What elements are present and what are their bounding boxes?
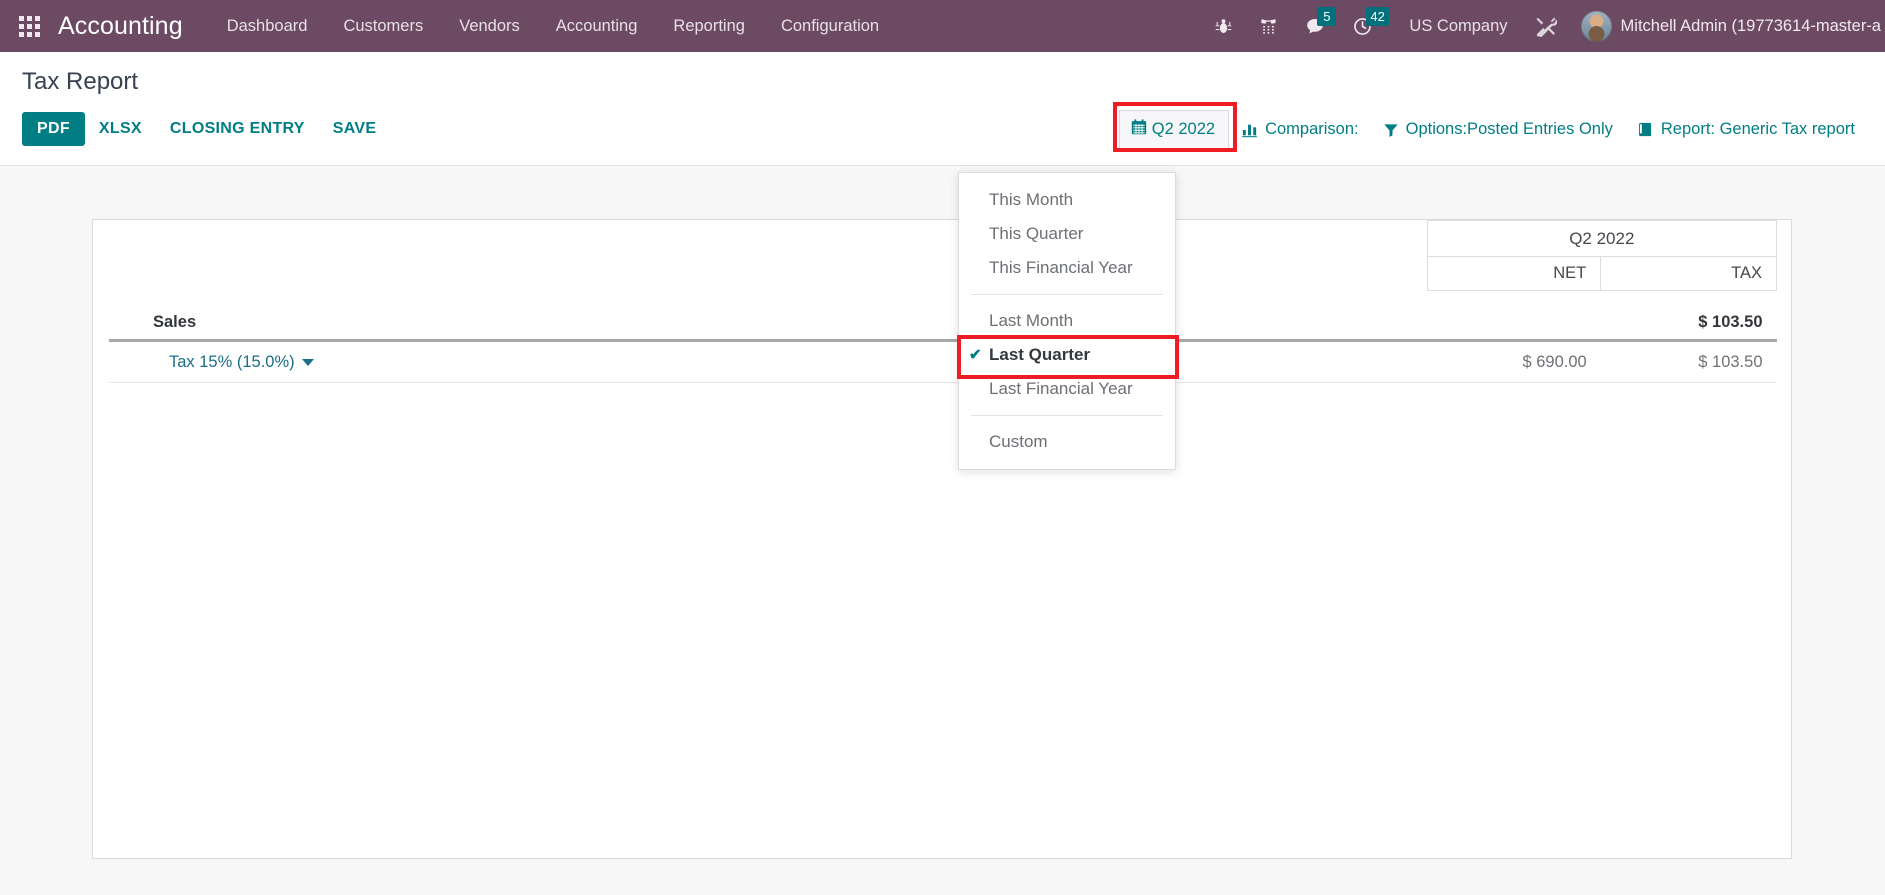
user-menu[interactable]: Mitchell Admin (19773614-master-a bbox=[1571, 0, 1885, 52]
export-xlsx-button[interactable]: XLSX bbox=[85, 112, 156, 146]
section-name: Sales bbox=[109, 290, 1428, 342]
activity-badge: 42 bbox=[1366, 7, 1389, 26]
line-name-cell: Tax 15% (15.0%) bbox=[109, 340, 1428, 383]
dropdown-separator bbox=[971, 415, 1163, 416]
report-actions: PDF XLSX CLOSING ENTRY SAVE bbox=[22, 112, 390, 146]
calendar-icon bbox=[1130, 118, 1148, 141]
date-filter-dropdown: This Month This Quarter This Financial Y… bbox=[957, 172, 1179, 470]
table-row[interactable]: Tax 15% (15.0%) $ 690.00 $ 103.50 bbox=[109, 340, 1777, 383]
bug-icon[interactable] bbox=[1201, 0, 1246, 52]
chevron-down-icon[interactable] bbox=[301, 358, 314, 366]
page-title: Tax Report bbox=[22, 68, 139, 95]
control-panel: Tax Report PDF XLSX CLOSING ENTRY SAVE Q… bbox=[0, 52, 1885, 166]
options-filter-label: Options:Posted Entries Only bbox=[1405, 120, 1613, 138]
activity-clock-icon[interactable]: 42 bbox=[1339, 0, 1395, 52]
messages-icon[interactable]: 5 bbox=[1291, 0, 1339, 52]
menu-item-accounting[interactable]: Accounting bbox=[538, 0, 656, 52]
dropdown-item-last-month[interactable]: Last Month bbox=[959, 304, 1175, 338]
table-header: Q2 2022 NET TAX bbox=[109, 220, 1778, 291]
menu-item-dashboard[interactable]: Dashboard bbox=[209, 0, 326, 52]
export-pdf-button[interactable]: PDF bbox=[22, 112, 85, 146]
section-tax: $ 103.50 bbox=[1600, 290, 1777, 342]
closing-entry-button[interactable]: CLOSING ENTRY bbox=[156, 112, 319, 146]
dropdown-item-last-financial-year[interactable]: Last Financial Year bbox=[959, 372, 1175, 406]
menu-item-configuration[interactable]: Configuration bbox=[763, 0, 897, 52]
dropdown-item-label: This Month bbox=[989, 190, 1074, 209]
date-filter-button[interactable]: Q2 2022 bbox=[1118, 110, 1230, 149]
header-spacer bbox=[109, 257, 1427, 291]
header-net: NET bbox=[1426, 256, 1602, 291]
report-filters: Q2 2022 Comparison: Options:Posted Entri… bbox=[1112, 102, 1867, 152]
apps-menu-button[interactable] bbox=[6, 0, 52, 52]
messages-badge: 5 bbox=[1317, 7, 1337, 26]
apps-grid-icon bbox=[18, 15, 40, 37]
dropdown-item-this-financial-year[interactable]: This Financial Year bbox=[959, 251, 1175, 285]
date-filter-label: Q2 2022 bbox=[1151, 120, 1216, 138]
table-header-period-row: Q2 2022 bbox=[109, 220, 1778, 257]
dropdown-item-label: Custom bbox=[989, 432, 1048, 451]
book-icon bbox=[1637, 121, 1654, 138]
line-tax: $ 103.50 bbox=[1600, 340, 1777, 383]
options-filter-button[interactable]: Options:Posted Entries Only bbox=[1371, 113, 1625, 146]
date-filter-wrapper: Q2 2022 bbox=[1112, 102, 1237, 152]
dropdown-item-label: This Quarter bbox=[989, 224, 1084, 243]
tools-icon[interactable] bbox=[1522, 0, 1571, 52]
header-period: Q2 2022 bbox=[1426, 220, 1778, 257]
menu-item-vendors[interactable]: Vendors bbox=[441, 0, 538, 52]
dropdown-item-label: Last Quarter bbox=[989, 345, 1091, 364]
company-switcher[interactable]: US Company bbox=[1395, 0, 1521, 52]
dropdown-item-label: Last Month bbox=[989, 311, 1074, 330]
line-net: $ 690.00 bbox=[1427, 340, 1601, 383]
report-card: Q2 2022 NET TAX Sales $ 103.50 Tax 15% (… bbox=[92, 219, 1792, 859]
comparison-filter-label: Comparison: bbox=[1265, 120, 1359, 138]
top-navbar: Accounting Dashboard Customers Vendors A… bbox=[0, 0, 1885, 52]
dropdown-item-this-quarter[interactable]: This Quarter bbox=[959, 217, 1175, 251]
dropdown-item-custom[interactable]: Custom bbox=[959, 425, 1175, 459]
main-menu: Dashboard Customers Vendors Accounting R… bbox=[209, 0, 897, 52]
app-brand-accounting[interactable]: Accounting bbox=[58, 12, 183, 41]
header-tax: TAX bbox=[1600, 256, 1777, 291]
report-filter-label: Report: Generic Tax report bbox=[1660, 120, 1855, 138]
menu-item-customers[interactable]: Customers bbox=[325, 0, 441, 52]
report-filter-button[interactable]: Report: Generic Tax report bbox=[1625, 113, 1867, 146]
menu-item-reporting[interactable]: Reporting bbox=[655, 0, 763, 52]
navbar-systray: 5 42 US Company Mitchell Admin (19773614… bbox=[1201, 0, 1885, 52]
username-label: Mitchell Admin (19773614-master-a bbox=[1620, 17, 1881, 35]
section-net bbox=[1427, 290, 1601, 342]
table-row: Sales $ 103.50 bbox=[109, 290, 1777, 342]
tax-report-table: Q2 2022 NET TAX Sales $ 103.50 Tax 15% (… bbox=[109, 220, 1778, 383]
dialpad-icon[interactable] bbox=[1246, 0, 1291, 52]
table-header-columns-row: NET TAX bbox=[109, 256, 1777, 291]
dropdown-item-last-quarter[interactable]: ✔ Last Quarter bbox=[959, 338, 1175, 372]
save-button[interactable]: SAVE bbox=[319, 112, 391, 146]
comparison-filter-button[interactable]: Comparison: bbox=[1229, 113, 1371, 146]
funnel-icon bbox=[1383, 122, 1399, 138]
avatar bbox=[1580, 10, 1612, 42]
tax-line-link[interactable]: Tax 15% (15.0%) bbox=[169, 353, 295, 371]
bar-chart-icon bbox=[1241, 122, 1258, 138]
dropdown-separator bbox=[971, 294, 1163, 295]
dropdown-item-label: Last Financial Year bbox=[989, 379, 1133, 398]
dropdown-item-label: This Financial Year bbox=[989, 258, 1133, 277]
check-icon: ✔ bbox=[969, 346, 982, 364]
header-spacer bbox=[109, 221, 1427, 257]
table-body: Sales $ 103.50 Tax 15% (15.0%) $ 690.00 … bbox=[109, 290, 1777, 383]
dropdown-item-this-month[interactable]: This Month bbox=[959, 183, 1175, 217]
